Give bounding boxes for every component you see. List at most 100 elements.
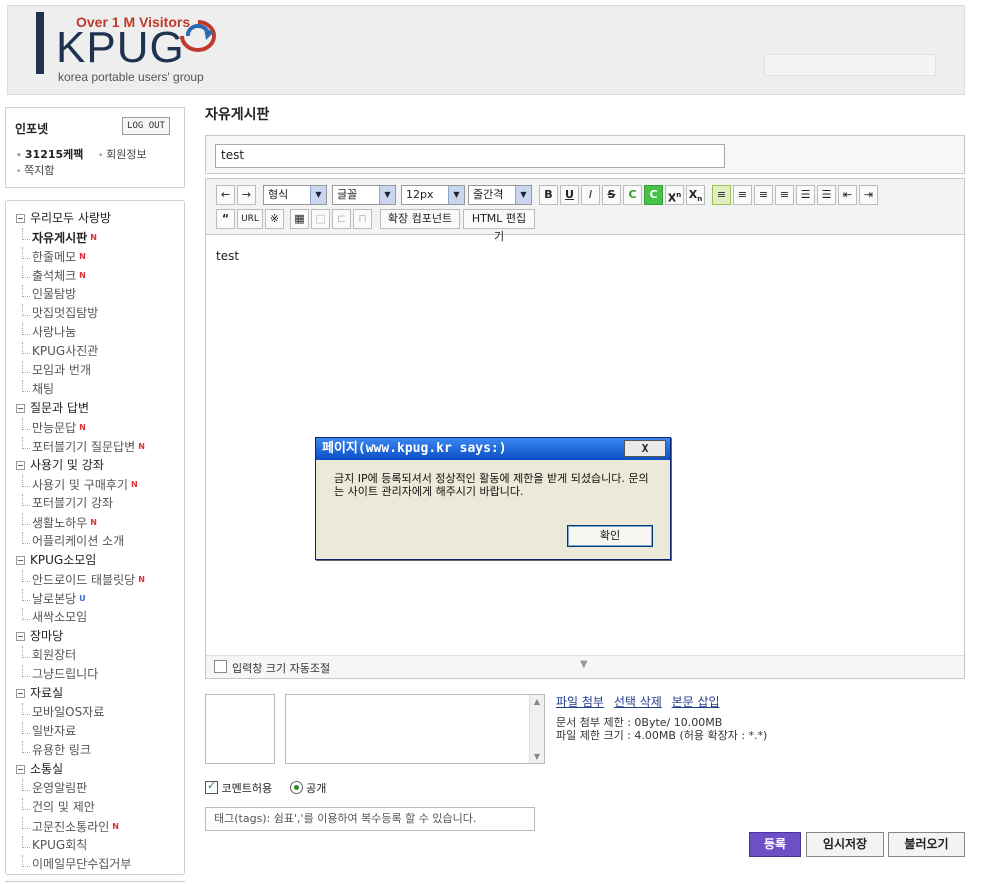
attachment-file-list[interactable]: ▲ ▼ <box>285 694 545 764</box>
sidebar-item[interactable]: 포터블기기 강좌 <box>16 494 184 513</box>
sidebar-item[interactable]: 포터블기기 질문답변 N <box>16 437 184 456</box>
sidebar-item[interactable]: 만능문답 N <box>16 418 184 437</box>
sidebar-item[interactable]: 어플리케이션 소개 <box>16 532 184 551</box>
sidebar-item[interactable]: 그냥드립니다 <box>16 665 184 684</box>
sidebar-item[interactable]: 한줄메모 N <box>16 247 184 266</box>
format-select[interactable]: 형식 ▼ <box>263 185 327 205</box>
unordered-list-icon[interactable]: ☰ <box>817 185 836 205</box>
table-cell-icon[interactable]: □ <box>311 209 330 229</box>
sidebar-item[interactable]: 새싹소모임 <box>16 608 184 627</box>
table-merge-icon[interactable]: ⊏ <box>332 209 351 229</box>
sidebar-item[interactable]: 운영알림판 <box>16 779 184 798</box>
align-justify-icon[interactable]: ≡ <box>775 185 794 205</box>
close-icon[interactable]: X <box>624 440 666 457</box>
collapse-toggle-icon[interactable] <box>16 689 25 698</box>
bold-button[interactable]: B <box>539 185 558 205</box>
font-color-button[interactable]: C <box>623 185 642 205</box>
sidebar-item[interactable]: 맛집멋집탐방 <box>16 304 184 323</box>
outdent-icon[interactable]: ⇤ <box>838 185 857 205</box>
extend-component-button[interactable]: 확장 컴포넌트 <box>380 209 460 229</box>
file-list-scrollbar[interactable]: ▲ ▼ <box>529 695 544 763</box>
sidebar-item[interactable]: KPUG회칙 <box>16 836 184 855</box>
undo-icon[interactable]: ← <box>216 185 235 205</box>
underline-button[interactable]: U <box>560 185 579 205</box>
sidebar-item[interactable]: 출석체크 N <box>16 266 184 285</box>
selected-delete-link[interactable]: 선택 삭제 <box>614 695 662 709</box>
member-info-link[interactable]: 회원정보 <box>98 146 146 162</box>
table-split-icon[interactable]: ⊓ <box>353 209 372 229</box>
menu-group[interactable]: 우리모두 사랑방 <box>16 209 184 228</box>
temp-save-button[interactable]: 임시저장 <box>806 832 884 857</box>
collapse-toggle-icon[interactable] <box>16 765 25 774</box>
allow-comment-checkbox[interactable] <box>205 779 218 794</box>
menu-group[interactable]: 질문과 답변 <box>16 399 184 418</box>
sidebar-item[interactable]: 모임과 번개 <box>16 361 184 380</box>
scroll-down-icon[interactable]: ▼ <box>532 752 542 761</box>
special-char-button[interactable]: ※ <box>265 209 284 229</box>
collapse-toggle-icon[interactable] <box>16 556 25 565</box>
menu-group[interactable]: KPUG소모임 <box>16 551 184 570</box>
ordered-list-icon[interactable]: ☰ <box>796 185 815 205</box>
public-radio[interactable] <box>289 781 303 794</box>
size-select[interactable]: 12px ▼ <box>401 185 465 205</box>
subscript-button[interactable]: Xn <box>686 185 705 205</box>
sidebar-item[interactable]: 일반자료 <box>16 722 184 741</box>
collapse-toggle-icon[interactable] <box>16 461 25 470</box>
post-title-input[interactable]: test <box>215 144 725 168</box>
sidebar-item[interactable]: 채팅 <box>16 380 184 399</box>
align-right-icon[interactable]: ≡ <box>754 185 773 205</box>
menu-group[interactable]: 장마당 <box>16 627 184 646</box>
site-logo[interactable]: KPUG <box>56 26 185 70</box>
italic-button[interactable]: I <box>581 185 600 205</box>
indent-icon[interactable]: ⇥ <box>859 185 878 205</box>
superscript-button[interactable]: Xn <box>665 185 684 205</box>
logout-button[interactable]: LOG OUT <box>122 117 170 135</box>
menu-group[interactable]: 자료실 <box>16 684 184 703</box>
scroll-up-icon[interactable]: ▲ <box>532 697 542 706</box>
sidebar-item[interactable]: 유용한 링크 <box>16 741 184 760</box>
dialog-titlebar[interactable]: 페이지(www.kpug.kr says:) X <box>316 438 670 460</box>
font-select[interactable]: 글꼴 ▼ <box>332 185 396 205</box>
sidebar-item[interactable]: 생활노하우 N <box>16 513 184 532</box>
sidebar-item[interactable]: 건의 및 제안 <box>16 798 184 817</box>
sidebar-item[interactable]: 인물탐방 <box>16 285 184 304</box>
user-points[interactable]: 31215케팩 <box>16 146 84 162</box>
sidebar-item[interactable]: 사랑나눔 <box>16 323 184 342</box>
sidebar-item[interactable]: 날로본당 U <box>16 589 184 608</box>
html-editor-button[interactable]: HTML 편집기 <box>463 209 535 243</box>
sidebar-item[interactable]: 안드로이드 태블릿당 N <box>16 570 184 589</box>
strike-button[interactable]: S <box>602 185 621 205</box>
sidebar-item[interactable]: 회원장터 <box>16 646 184 665</box>
insert-body-link[interactable]: 본문 삽입 <box>672 695 720 709</box>
sidebar-item[interactable]: 모바일OS자료 <box>16 703 184 722</box>
collapse-toggle-icon[interactable] <box>16 404 25 413</box>
autosize-checkbox[interactable] <box>214 660 227 673</box>
align-center-icon[interactable]: ≡ <box>733 185 752 205</box>
header-search-box[interactable] <box>764 54 936 76</box>
memo-link[interactable]: 쪽지함 <box>16 162 54 178</box>
collapse-toggle-icon[interactable] <box>16 214 25 223</box>
url-button[interactable]: URL <box>237 209 263 229</box>
tags-input[interactable]: 태그(tags): 쉼표','를 이용하여 복수등록 할 수 있습니다. <box>205 807 535 831</box>
sidebar-item[interactable]: KPUG사진관 <box>16 342 184 361</box>
resize-handle-icon[interactable]: ▼ <box>580 659 588 670</box>
lineheight-select[interactable]: 줄간격 ▼ <box>468 185 532 205</box>
file-attach-link[interactable]: 파일 첨부 <box>556 695 604 709</box>
editor-content[interactable]: test <box>216 249 239 263</box>
table-icon[interactable]: ▦ <box>290 209 309 229</box>
sidebar-item[interactable]: 이메일무단수집거부 <box>16 855 184 874</box>
submit-button[interactable]: 등록 <box>749 832 801 857</box>
load-button[interactable]: 불러오기 <box>888 832 965 857</box>
bg-color-button[interactable]: C <box>644 185 663 205</box>
quote-button[interactable]: “ <box>216 209 235 229</box>
menu-group[interactable]: 사용기 및 강좌 <box>16 456 184 475</box>
ok-button[interactable]: 확인 <box>567 525 653 547</box>
sidebar-item[interactable]: 사용기 및 구매후기 N <box>16 475 184 494</box>
menu-group[interactable]: 소통실 <box>16 760 184 779</box>
chevron-down-icon: ▼ <box>515 186 531 204</box>
sidebar-item[interactable]: 고문진소통라인 N <box>16 817 184 836</box>
redo-icon[interactable]: → <box>237 185 256 205</box>
collapse-toggle-icon[interactable] <box>16 632 25 641</box>
align-left-icon[interactable]: ≡ <box>712 185 731 205</box>
sidebar-item[interactable]: 자유게시판 N <box>16 228 184 247</box>
